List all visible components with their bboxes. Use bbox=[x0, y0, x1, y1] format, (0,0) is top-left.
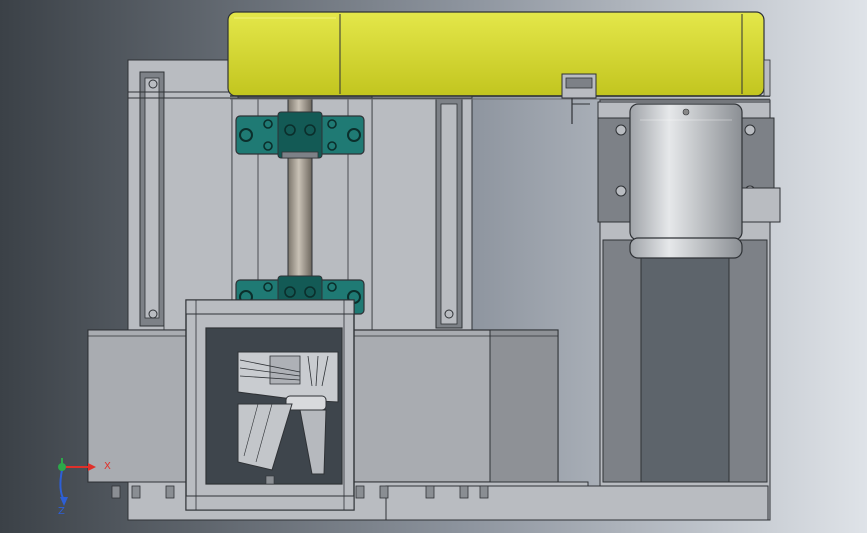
mixer-assembly-drawing: X Z bbox=[0, 0, 867, 533]
bolt-hole bbox=[444, 309, 454, 319]
upper-bearing-block bbox=[235, 111, 365, 159]
axis-label-z: Z bbox=[58, 506, 65, 517]
bolt-hole bbox=[148, 79, 158, 89]
axis-label-x: X bbox=[104, 461, 111, 472]
cad-viewport[interactable]: X Z bbox=[0, 0, 867, 533]
inspection-window-frame bbox=[185, 299, 355, 511]
belt-guard bbox=[227, 11, 771, 100]
bolt-hole bbox=[148, 309, 158, 319]
